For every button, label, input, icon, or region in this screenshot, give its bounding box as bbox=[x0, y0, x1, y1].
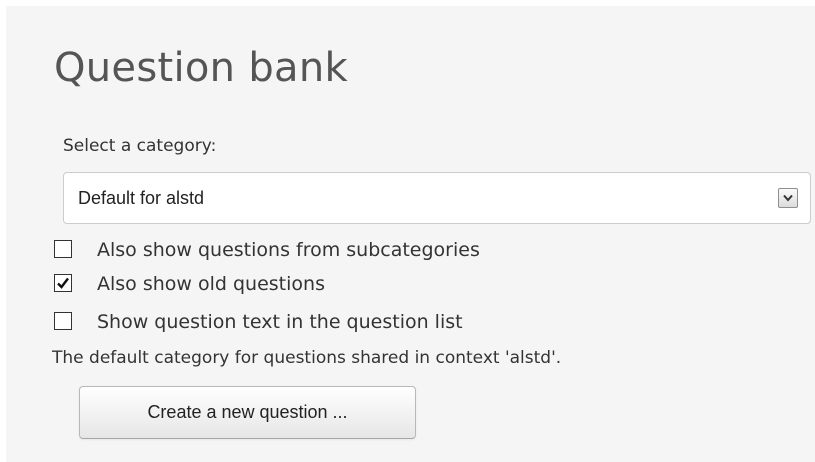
checkmark-icon bbox=[57, 277, 69, 289]
chevron-down-icon[interactable] bbox=[778, 188, 798, 208]
page-title: Question bank bbox=[54, 45, 348, 91]
category-select-value: Default for alstd bbox=[78, 188, 205, 208]
category-info-text: The default category for questions share… bbox=[52, 348, 562, 368]
create-question-button[interactable]: Create a new question ... bbox=[79, 386, 416, 439]
subcategories-label[interactable]: Also show questions from subcategories bbox=[97, 238, 480, 262]
question-text-label[interactable]: Show question text in the question list bbox=[97, 310, 463, 334]
question-text-checkbox[interactable] bbox=[54, 312, 72, 330]
old-questions-label[interactable]: Also show old questions bbox=[97, 272, 325, 296]
category-select[interactable]: Default for alstd bbox=[63, 172, 811, 224]
question-bank-panel: Question bank Select a category: Default… bbox=[6, 6, 815, 462]
old-questions-checkbox[interactable] bbox=[54, 274, 72, 292]
category-label: Select a category: bbox=[63, 136, 217, 156]
subcategories-checkbox[interactable] bbox=[54, 240, 72, 258]
